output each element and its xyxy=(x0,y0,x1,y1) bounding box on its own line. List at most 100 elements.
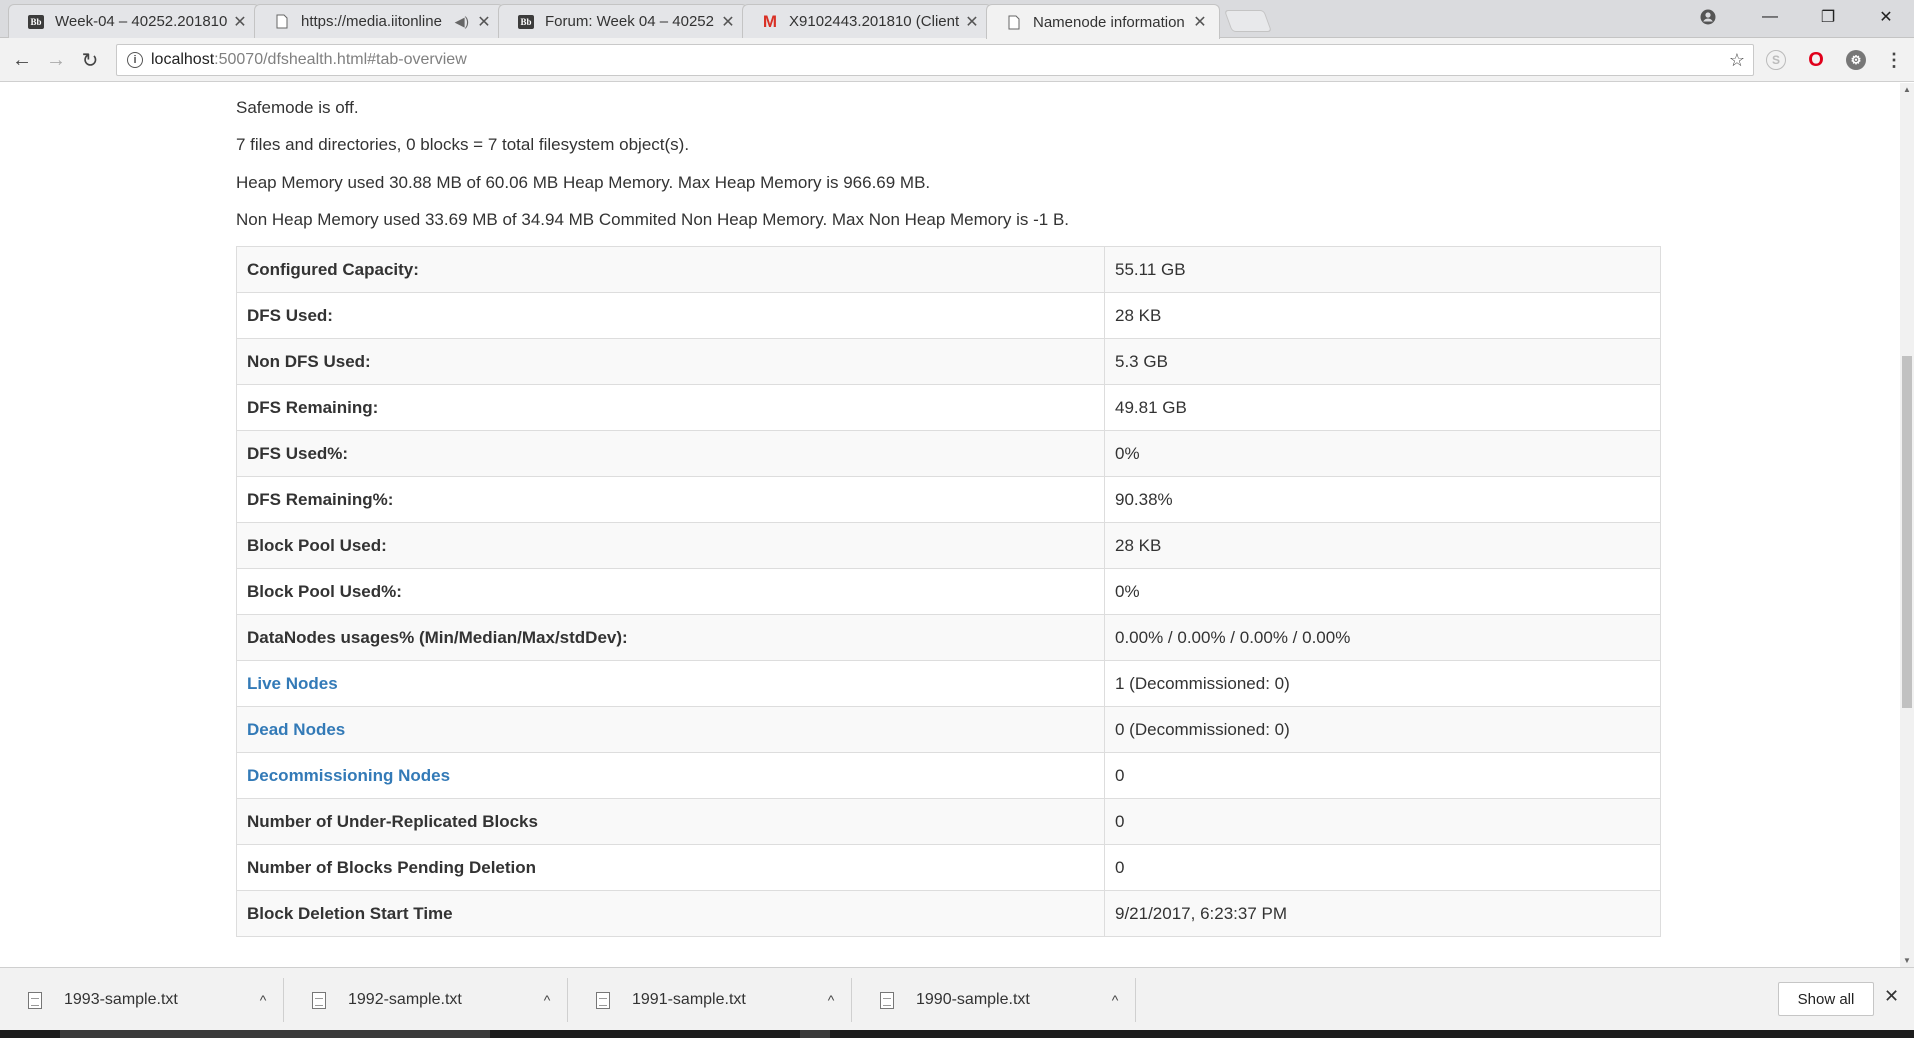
chevron-up-icon[interactable]: ^ xyxy=(243,992,283,1008)
new-tab-button[interactable] xyxy=(1223,10,1273,32)
opera-extension-icon[interactable]: O xyxy=(1806,49,1826,71)
table-label: Configured Capacity: xyxy=(236,246,1105,293)
show-all-button[interactable]: Show all xyxy=(1778,982,1874,1016)
table-label-link[interactable]: Decommissioning Nodes xyxy=(236,752,1105,799)
blackboard-icon: Bb xyxy=(27,14,45,30)
bookmark-star-icon[interactable]: ☆ xyxy=(1729,50,1745,71)
scroll-down-icon[interactable]: ▼ xyxy=(1900,956,1914,965)
vertical-scrollbar[interactable]: ▲ ▼ xyxy=(1900,83,1914,967)
tab-forum[interactable]: Bb Forum: Week 04 – 40252 ✕ xyxy=(498,4,748,38)
table-value: 28 KB xyxy=(1104,292,1661,339)
gmail-icon: M xyxy=(762,11,778,31)
info-icon[interactable]: i xyxy=(127,52,143,68)
file-icon xyxy=(596,991,610,1009)
tab-gmail[interactable]: M X9102443.201810 (Client ✕ xyxy=(742,4,992,38)
back-icon[interactable]: ← xyxy=(8,46,36,74)
scrollbar-thumb[interactable] xyxy=(1902,356,1912,708)
table-row: Live Nodes 1 (Decommissioned: 0) xyxy=(236,660,1661,707)
tab-title: Forum: Week 04 – 40252 xyxy=(545,13,714,30)
tab-title: X9102443.201810 (Client xyxy=(789,13,960,30)
table-label: Block Pool Used: xyxy=(236,522,1105,569)
table-row: DFS Remaining%: 90.38% xyxy=(236,476,1661,523)
download-filename: 1990-sample.txt xyxy=(916,991,1030,1008)
close-icon[interactable]: ✕ xyxy=(719,12,737,32)
table-label: Block Deletion Start Time xyxy=(236,890,1105,937)
file-icon xyxy=(880,991,894,1009)
scroll-up-icon[interactable]: ▲ xyxy=(1900,85,1914,94)
table-value: 55.11 GB xyxy=(1104,246,1661,293)
tab-namenode[interactable]: Namenode information ✕ xyxy=(986,4,1220,39)
url-path: :50070/dfshealth.html#tab-overview xyxy=(214,51,467,68)
table-value: 9/21/2017, 6:23:37 PM xyxy=(1104,890,1661,937)
close-icon[interactable]: ✕ xyxy=(1191,12,1209,32)
chevron-up-icon[interactable]: ^ xyxy=(811,992,851,1008)
tab-title: Week-04 – 40252.201810 xyxy=(55,13,228,30)
safemode-status: Safemode is off. xyxy=(236,98,359,117)
restore-icon[interactable]: ❐ xyxy=(1800,0,1856,34)
table-row: Decommissioning Nodes 0 xyxy=(236,752,1661,799)
table-value: 0% xyxy=(1104,568,1661,615)
tab-title: Namenode information xyxy=(1033,13,1185,31)
taskbar xyxy=(0,1030,1914,1038)
close-icon[interactable]: ✕ xyxy=(963,12,981,32)
table-row: Number of Under-Replicated Blocks 0 xyxy=(236,798,1661,845)
table-value: 90.38% xyxy=(1104,476,1661,523)
close-icon[interactable]: ✕ xyxy=(475,12,493,32)
non-heap-memory: Non Heap Memory used 33.69 MB of 34.94 M… xyxy=(236,210,1070,229)
page-icon xyxy=(1005,14,1023,30)
reload-icon[interactable]: ↻ xyxy=(76,46,104,74)
download-item[interactable]: 1991-sample.txt ^ xyxy=(568,978,852,1022)
table-label: DataNodes usages% (Min/Median/Max/stdDev… xyxy=(236,614,1105,661)
page-content: Safemode is off. 7 files and directories… xyxy=(0,83,1900,967)
table-value: 0 xyxy=(1104,844,1661,891)
tab-week04[interactable]: Bb Week-04 – 40252.201810 ✕ xyxy=(8,4,260,38)
table-value: 1 (Decommissioned: 0) xyxy=(1104,660,1661,707)
table-label: Number of Under-Replicated Blocks xyxy=(236,798,1105,845)
download-filename: 1992-sample.txt xyxy=(348,991,462,1008)
table-row: Dead Nodes 0 (Decommissioned: 0) xyxy=(236,706,1661,753)
download-item[interactable]: 1990-sample.txt ^ xyxy=(852,978,1136,1022)
menu-icon[interactable]: ⋮ xyxy=(1884,50,1904,70)
address-bar[interactable]: i localhost:50070/dfshealth.html#tab-ove… xyxy=(116,44,1754,76)
window-close-icon[interactable]: ✕ xyxy=(1858,0,1914,34)
table-value: 0 (Decommissioned: 0) xyxy=(1104,706,1661,753)
blackboard-icon: Bb xyxy=(517,14,535,30)
tab-media[interactable]: https://media.iitonline ◀) ✕ xyxy=(254,4,504,38)
close-icon[interactable]: ✕ xyxy=(231,12,249,32)
profile-icon[interactable] xyxy=(1680,0,1736,34)
table-row: Block Pool Used%: 0% xyxy=(236,568,1661,615)
url-host: localhost xyxy=(151,51,215,68)
tab-strip: Bb Week-04 – 40252.201810 ✕ https://medi… xyxy=(0,0,1914,39)
close-icon[interactable]: ✕ xyxy=(1884,986,1899,1007)
table-label-link[interactable]: Dead Nodes xyxy=(236,706,1105,753)
heap-memory: Heap Memory used 30.88 MB of 60.06 MB He… xyxy=(236,173,931,192)
table-label-link[interactable]: Live Nodes xyxy=(236,660,1105,707)
forward-icon[interactable]: → xyxy=(42,46,70,74)
table-row: DFS Used%: 0% xyxy=(236,430,1661,477)
download-filename: 1991-sample.txt xyxy=(632,991,746,1008)
table-value: 0% xyxy=(1104,430,1661,477)
table-value: 28 KB xyxy=(1104,522,1661,569)
download-filename: 1993-sample.txt xyxy=(64,991,178,1008)
file-icon xyxy=(28,991,42,1009)
table-label: Non DFS Used: xyxy=(236,338,1105,385)
table-value: 5.3 GB xyxy=(1104,338,1661,385)
skype-extension-icon[interactable]: S xyxy=(1766,50,1786,70)
table-value: 0 xyxy=(1104,798,1661,845)
chevron-up-icon[interactable]: ^ xyxy=(527,992,567,1008)
table-row: Block Deletion Start Time 9/21/2017, 6:23… xyxy=(236,890,1661,937)
download-item[interactable]: 1992-sample.txt ^ xyxy=(284,978,568,1022)
table-row: DFS Used: 28 KB xyxy=(236,292,1661,339)
speaker-icon[interactable]: ◀) xyxy=(455,14,469,30)
table-row: Block Pool Used: 28 KB xyxy=(236,522,1661,569)
table-label: DFS Used: xyxy=(236,292,1105,339)
extension-icon[interactable]: ⚙ xyxy=(1846,50,1866,70)
tab-title: https://media.iitonline xyxy=(301,13,442,30)
chevron-up-icon[interactable]: ^ xyxy=(1095,992,1135,1008)
download-shelf: 1993-sample.txt ^ 1992-sample.txt ^ 1991… xyxy=(0,967,1914,1030)
table-row: Number of Blocks Pending Deletion 0 xyxy=(236,844,1661,891)
file-icon xyxy=(312,991,326,1009)
download-item[interactable]: 1993-sample.txt ^ xyxy=(0,978,284,1022)
minimize-icon[interactable]: — xyxy=(1742,0,1798,34)
table-label: DFS Remaining%: xyxy=(236,476,1105,523)
